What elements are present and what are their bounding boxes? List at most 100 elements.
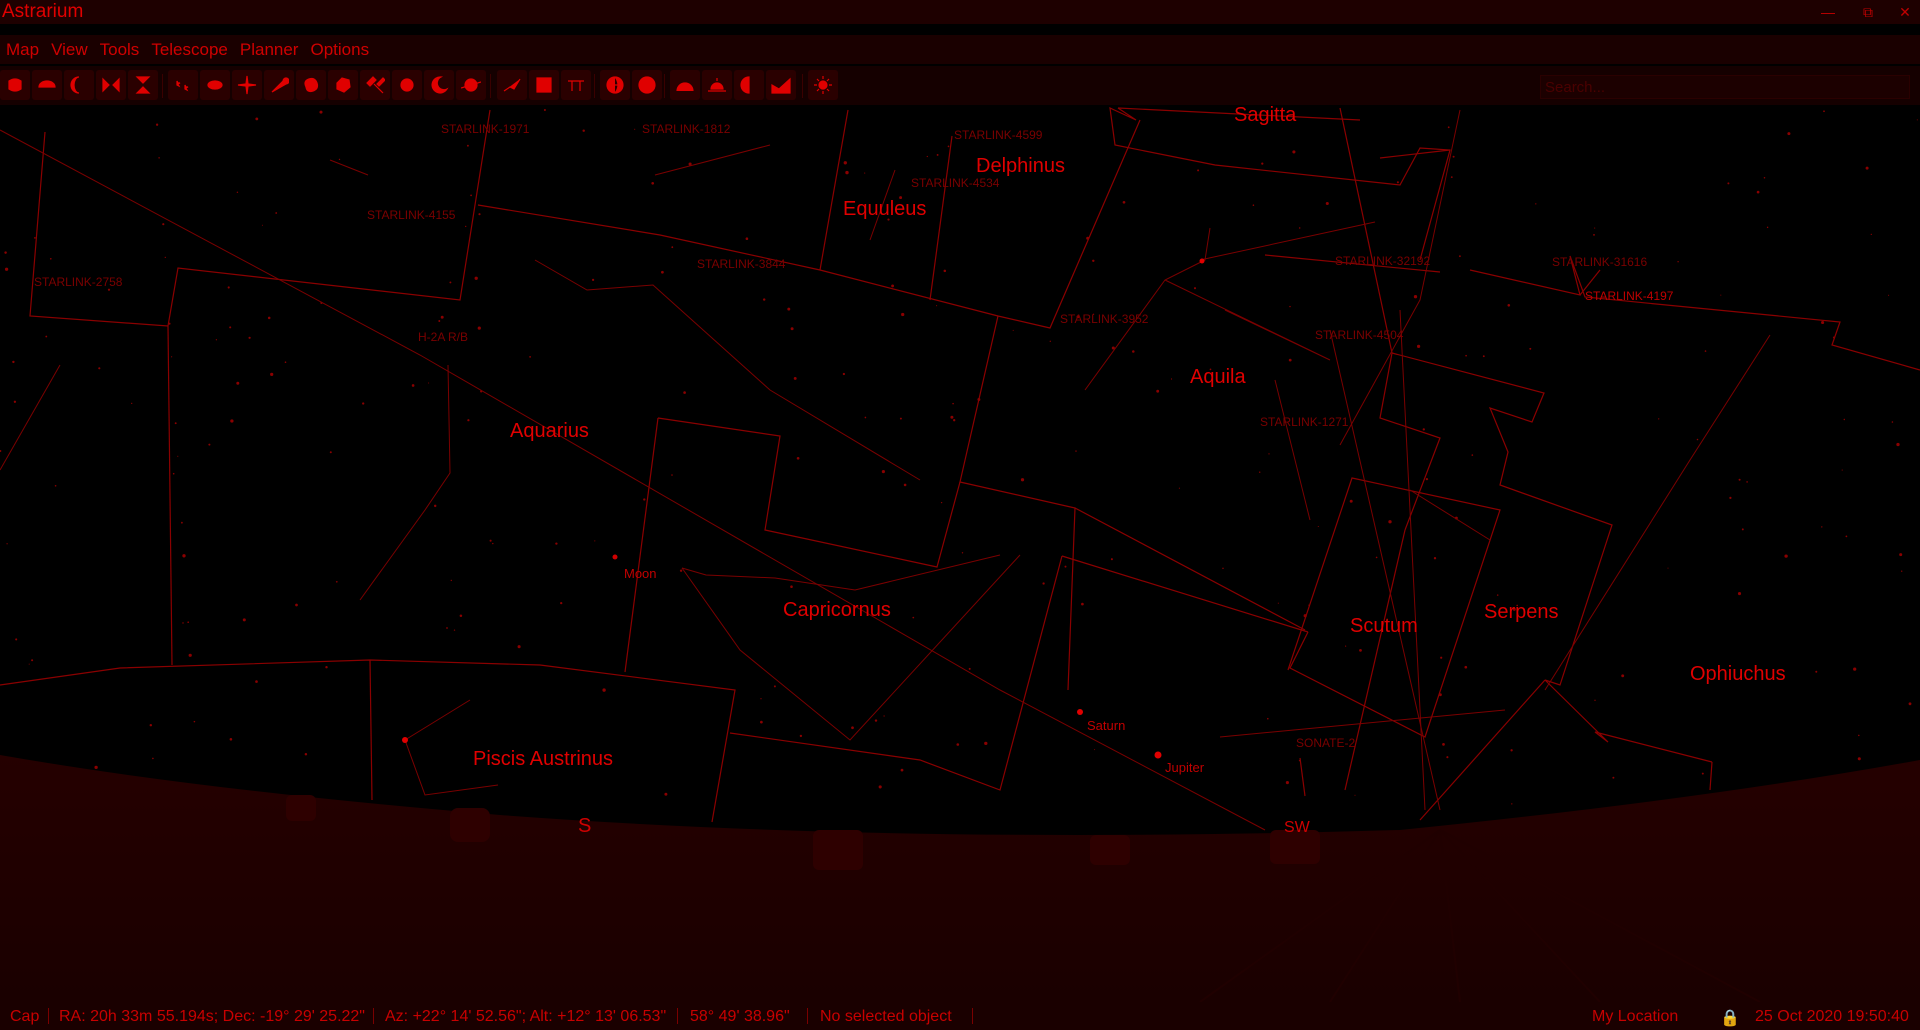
- star: [1787, 132, 1791, 136]
- constellation-borders-icon[interactable]: [529, 70, 559, 100]
- status-bar: Cap RA: 20h 33m 55.194s; Dec: -19° 29' 2…: [0, 1002, 1920, 1030]
- sat-label: STARLINK-3844: [697, 257, 786, 271]
- horizontal-grid-icon[interactable]: [632, 70, 662, 100]
- star: [1132, 350, 1135, 353]
- sky-map[interactable]: Sagitta Delphinus Equuleus Aquila Aquari…: [0, 106, 1920, 1002]
- star: [1482, 355, 1485, 358]
- constellation-labels-icon[interactable]: [561, 70, 591, 100]
- sunrise-icon[interactable]: [702, 70, 732, 100]
- star: [1425, 477, 1429, 481]
- status-datetime[interactable]: 25 Oct 2020 19:50:40: [1755, 1008, 1909, 1026]
- comet-icon[interactable]: [264, 70, 294, 100]
- star: [49, 257, 52, 260]
- star: [149, 723, 153, 727]
- star: [1289, 305, 1291, 308]
- menu-tools[interactable]: Tools: [94, 35, 146, 64]
- star: [1156, 389, 1160, 393]
- star: [936, 305, 938, 307]
- crescent-moon-icon[interactable]: [424, 70, 454, 100]
- moon-phase-icon[interactable]: [64, 70, 94, 100]
- star: [1075, 450, 1077, 452]
- planet-icon[interactable]: [456, 70, 486, 100]
- menu-planner[interactable]: Planner: [234, 35, 305, 64]
- satellite-icon[interactable]: [360, 70, 390, 100]
- saturn-marker[interactable]: [1077, 709, 1083, 715]
- star: [94, 765, 98, 770]
- meteor-shower-icon[interactable]: [670, 70, 700, 100]
- star: [1746, 481, 1748, 483]
- star: [187, 621, 190, 624]
- sat-label: STARLINK-1812: [642, 122, 731, 136]
- star: [172, 472, 175, 475]
- lock-icon[interactable]: 🔒: [1720, 1008, 1740, 1028]
- stars-icon[interactable]: [168, 70, 198, 100]
- menu-options[interactable]: Options: [304, 35, 375, 64]
- star: [1784, 554, 1788, 558]
- constellation-lines-icon[interactable]: [497, 70, 527, 100]
- star: [174, 422, 177, 425]
- close-button[interactable]: ✕: [1890, 2, 1920, 22]
- menu-telescope[interactable]: Telescope: [145, 35, 234, 64]
- star: [188, 653, 192, 657]
- star: [1354, 794, 1356, 796]
- owl-icon[interactable]: [0, 70, 30, 100]
- star: [1092, 259, 1095, 262]
- star: [591, 278, 595, 282]
- label-aquarius: Aquarius: [510, 420, 589, 442]
- star: [760, 720, 763, 724]
- star: [1763, 176, 1766, 179]
- star: [679, 569, 683, 572]
- flip-horizontal-icon[interactable]: [96, 70, 126, 100]
- star: [790, 327, 794, 331]
- star-burst-icon[interactable]: [232, 70, 262, 100]
- star: [950, 415, 954, 419]
- moon-half-icon[interactable]: [734, 70, 764, 100]
- star: [883, 715, 885, 717]
- star: [961, 552, 964, 554]
- moon-marker[interactable]: [612, 554, 618, 560]
- nebula-icon[interactable]: [296, 70, 326, 100]
- fomalhaut-star[interactable]: [402, 737, 408, 743]
- label-sagitta: Sagitta: [1234, 106, 1297, 126]
- jupiter-marker[interactable]: [1154, 751, 1162, 759]
- star: [248, 336, 251, 339]
- flip-vertical-icon[interactable]: [128, 70, 158, 100]
- star: [1446, 756, 1449, 759]
- status-location[interactable]: My Location: [1592, 1008, 1678, 1026]
- sun-icon[interactable]: [392, 70, 422, 100]
- star: [1858, 734, 1860, 737]
- star: [1701, 772, 1704, 775]
- sun-disc-icon[interactable]: [32, 70, 62, 100]
- galaxy-icon[interactable]: [200, 70, 230, 100]
- asteroid-icon[interactable]: [328, 70, 358, 100]
- equatorial-grid-icon[interactable]: [600, 70, 630, 100]
- star: [1908, 702, 1912, 706]
- star: [1277, 602, 1279, 604]
- settings-gear-icon[interactable]: [808, 70, 838, 100]
- star: [1737, 592, 1742, 596]
- star: [1458, 255, 1461, 258]
- star: [1756, 190, 1760, 194]
- star: [560, 601, 563, 605]
- star: [1020, 478, 1025, 482]
- altair-star[interactable]: [1199, 258, 1205, 264]
- saturn-label: Saturn: [1087, 718, 1125, 733]
- star: [1193, 287, 1197, 290]
- label-capricornus: Capricornus: [783, 599, 891, 621]
- menu-map[interactable]: Map: [0, 35, 45, 64]
- star: [1621, 674, 1625, 678]
- star: [1727, 182, 1730, 185]
- star: [255, 680, 258, 683]
- title-bar: Astrarium — ⧉ ✕: [0, 0, 1920, 24]
- star: [236, 381, 240, 385]
- star: [799, 734, 803, 738]
- star: [1738, 478, 1741, 481]
- ground-icon[interactable]: [766, 70, 796, 100]
- star: [489, 539, 492, 542]
- minimize-button[interactable]: —: [1813, 2, 1843, 22]
- restore-icon[interactable]: ⧉: [1853, 2, 1883, 22]
- menu-view[interactable]: View: [45, 35, 94, 64]
- star: [1821, 526, 1823, 528]
- star: [968, 667, 971, 670]
- search-input[interactable]: [1540, 75, 1910, 99]
